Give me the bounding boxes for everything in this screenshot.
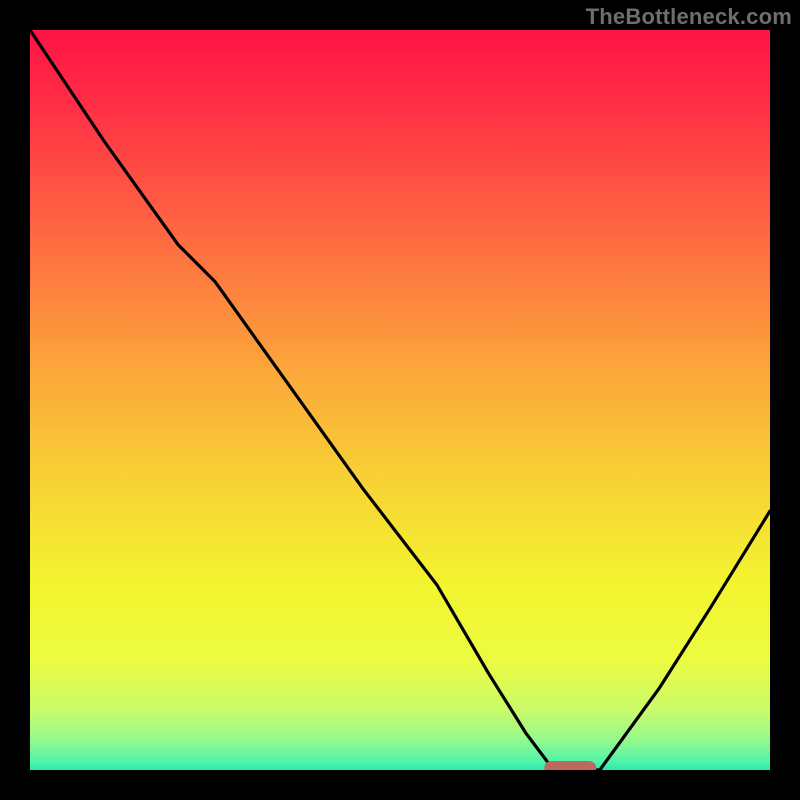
chart-frame: TheBottleneck.com [0,0,800,800]
chart-svg [30,30,770,770]
optimal-marker [544,761,596,770]
watermark-label: TheBottleneck.com [586,4,792,30]
chart-plot [30,30,770,770]
gradient-background [30,30,770,770]
